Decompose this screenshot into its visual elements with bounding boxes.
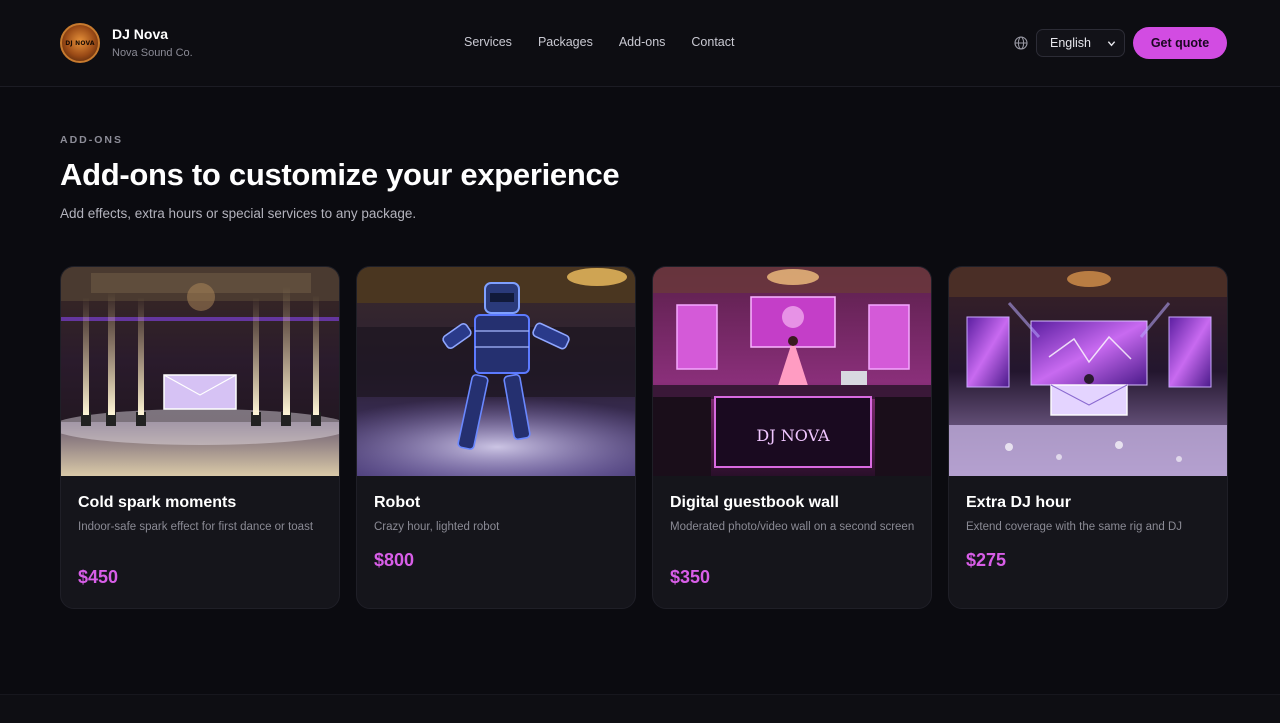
footer-strip: [0, 694, 1280, 723]
language-select[interactable]: English: [1036, 29, 1125, 57]
card-price: $275: [966, 550, 1007, 570]
card-title: Digital guestbook wall: [670, 494, 839, 511]
addon-card-robot[interactable]: Robot Crazy hour, lighted robot $800: [356, 266, 636, 609]
main-nav: Services Packages Add-ons Contact: [464, 35, 761, 49]
nav-services[interactable]: Services: [464, 35, 512, 49]
booth-logo-text: DJ NOVA: [756, 426, 830, 445]
dj-stage-photo: [949, 267, 1227, 476]
card-price: $800: [374, 550, 415, 570]
card-description: Moderated photo/video wall on a second s…: [670, 521, 915, 533]
card-description: Indoor-safe spark effect for first dance…: [78, 521, 314, 533]
nav-add-ons[interactable]: Add-ons: [619, 35, 666, 49]
nav-packages[interactable]: Packages: [538, 35, 593, 49]
guestbook-wall-photo: DJ NOVA: [653, 267, 931, 476]
card-price: $350: [670, 567, 711, 587]
brand-name[interactable]: DJ Nova: [112, 26, 168, 42]
nav-contact[interactable]: Contact: [691, 35, 734, 49]
globe-icon: [1014, 36, 1028, 50]
card-title: Extra DJ hour: [966, 494, 1071, 511]
brand-subtitle: Nova Sound Co.: [112, 47, 193, 59]
card-description: Extend coverage with the same rig and DJ: [966, 521, 1183, 533]
addon-card-cold-spark[interactable]: Cold spark moments Indoor-safe spark eff…: [60, 266, 340, 609]
site-header: DJ NOVA DJ Nova Nova Sound Co. Services …: [0, 0, 1280, 87]
chevron-down-icon: [1107, 41, 1116, 47]
logo-text: DJ NOVA: [65, 39, 95, 47]
page-title: Add-ons to customize your experience: [60, 157, 620, 192]
card-title: Robot: [374, 494, 421, 511]
section-eyebrow: ADD-ONS: [60, 134, 123, 146]
get-quote-button[interactable]: Get quote: [1133, 27, 1227, 59]
brand-logo[interactable]: DJ NOVA: [60, 23, 100, 63]
cold-spark-photo: [61, 267, 339, 476]
card-price: $450: [78, 567, 119, 587]
led-robot-photo: [357, 267, 635, 476]
language-value: English: [1050, 36, 1091, 50]
card-description: Crazy hour, lighted robot: [374, 521, 500, 533]
addon-card-guestbook[interactable]: DJ NOVA Digital guestbook wall Moderated…: [652, 266, 932, 609]
addon-card-extra-dj-hour[interactable]: Extra DJ hour Extend coverage with the s…: [948, 266, 1228, 609]
card-title: Cold spark moments: [78, 494, 237, 511]
page-subtitle: Add effects, extra hours or special serv…: [60, 206, 417, 221]
